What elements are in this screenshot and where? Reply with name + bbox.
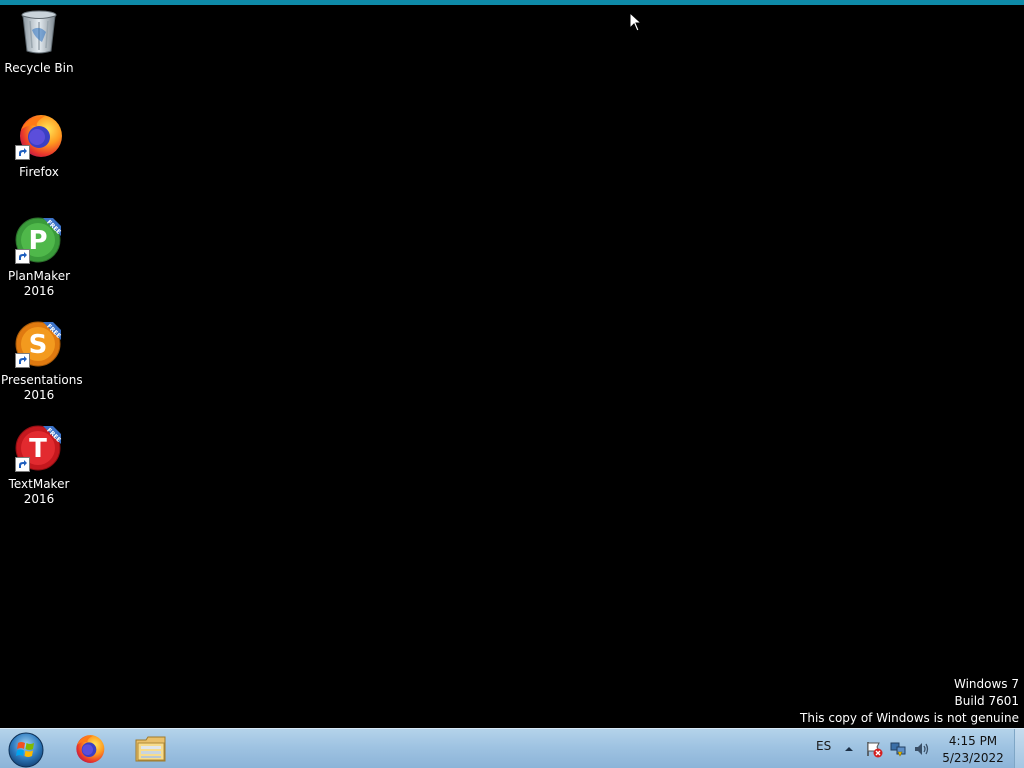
shortcut-arrow-icon (15, 249, 30, 264)
taskbar-app-explorer[interactable] (124, 730, 178, 767)
desktop-icon-label: Presentations 2016 (1, 373, 83, 402)
show-hidden-icons-arrow-icon[interactable] (843, 743, 855, 755)
shortcut-arrow-icon (15, 145, 30, 160)
mouse-cursor-icon (629, 12, 643, 32)
svg-text:T: T (29, 434, 47, 464)
svg-text:S: S (29, 330, 48, 360)
textmaker-icon: T FREE (15, 424, 63, 472)
firefox-icon (15, 112, 63, 160)
watermark-line-genuine: This copy of Windows is not genuine (800, 711, 1019, 725)
recycle-bin-icon (15, 8, 63, 56)
desktop-icon-textmaker[interactable]: T FREE TextMaker 2016 (1, 424, 77, 507)
action-center-flag-icon[interactable] (865, 740, 883, 758)
shortcut-arrow-icon (15, 353, 30, 368)
taskbar-app-firefox[interactable] (62, 730, 116, 767)
desktop-icon-label: PlanMaker 2016 (7, 269, 71, 298)
desktop-screen: Recycle Bin Firefox P FREE PlanMaker 201… (0, 0, 1024, 768)
network-icon[interactable] (889, 740, 907, 758)
desktop-icon-firefox[interactable]: Firefox (1, 112, 77, 180)
watermark-line-os: Windows 7 (953, 677, 1019, 691)
planmaker-icon: P FREE (15, 216, 63, 264)
clock-time: 4:15 PM (948, 734, 998, 748)
windows-genuine-watermark: Windows 7 Build 7601 This copy of Window… (800, 676, 1019, 727)
desktop-icon-recycle-bin[interactable]: Recycle Bin (1, 8, 77, 76)
firefox-icon (76, 734, 105, 763)
taskbar-clock[interactable]: 4:15 PM 5/23/2022 (940, 733, 1006, 767)
windows-start-icon (8, 732, 44, 768)
start-button[interactable] (6, 730, 46, 768)
taskbar: ES 4:15 PM 5/23/2022 (0, 728, 1024, 768)
presentations-icon: S FREE (15, 320, 63, 368)
watermark-line-build: Build 7601 (954, 694, 1019, 708)
top-accent-strip (0, 0, 1024, 5)
clock-date: 5/23/2022 (942, 751, 1004, 765)
desktop-icon-planmaker[interactable]: P FREE PlanMaker 2016 (1, 216, 77, 299)
language-indicator[interactable]: ES (816, 739, 831, 753)
folder-icon (135, 736, 166, 761)
volume-icon[interactable] (913, 740, 931, 758)
show-desktop-button[interactable] (1014, 729, 1024, 768)
desktop-icon-label: TextMaker 2016 (8, 477, 70, 506)
desktop-icon-label: Recycle Bin (4, 61, 74, 75)
desktop-icon-label: Firefox (19, 165, 59, 179)
svg-text:P: P (28, 226, 47, 256)
desktop-icon-presentations[interactable]: S FREE Presentations 2016 (1, 320, 83, 403)
shortcut-arrow-icon (15, 457, 30, 472)
